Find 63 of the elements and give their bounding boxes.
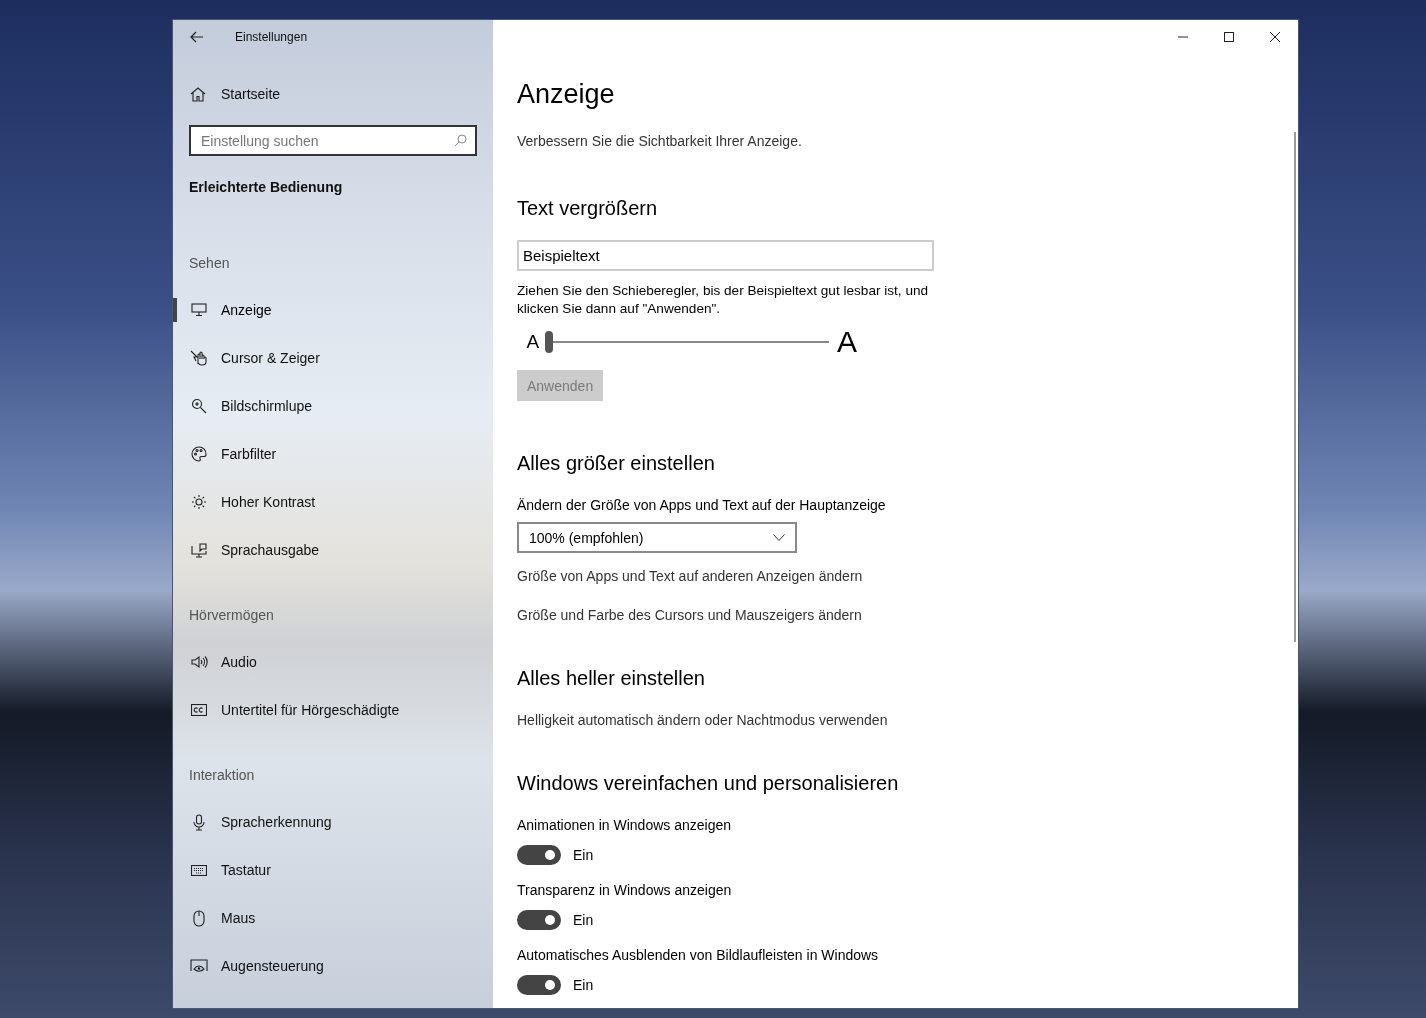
toggle-label: Automatisches Ausblenden von Bildlaufleisten in Windows <box>517 946 880 965</box>
toggle-state: Ein <box>573 977 594 993</box>
nav-item[interactable]: Untertitel für Hörgeschädigte <box>221 702 400 718</box>
chevron-down-icon <box>773 534 785 541</box>
settings-link[interactable]: Größe von Apps und Text auf anderen Anzeigen ändern <box>517 566 1298 586</box>
page-title: Anzeige <box>517 78 616 111</box>
nav-item[interactable]: Anzeige <box>221 302 272 318</box>
toggle-switch[interactable] <box>517 975 561 995</box>
nav-item[interactable]: Tastatur <box>221 862 271 878</box>
category-heading: Erleichterte Bedienung <box>189 178 344 197</box>
mouse-icon <box>193 909 205 927</box>
speaker-icon <box>190 655 208 669</box>
keyboard-icon <box>191 864 207 876</box>
nav-item[interactable]: Sprachausgabe <box>221 542 320 558</box>
group-heading: Sehen <box>189 254 231 273</box>
search-field[interactable]: Einstellung suchen <box>189 125 477 156</box>
small-a-label: A <box>525 331 541 353</box>
toggle-label: Transparenz in Windows anzeigen <box>517 881 733 900</box>
sample-text-field[interactable]: Beispieltext <box>517 240 934 271</box>
scrollbar[interactable] <box>1294 132 1296 642</box>
toggle-state: Ein <box>573 847 594 863</box>
sun-icon <box>191 494 207 510</box>
toggle-label: Animationen in Windows anzeigen <box>517 816 732 835</box>
closed-captions-icon <box>191 704 207 716</box>
group-heading: Interaktion <box>189 766 256 785</box>
settings-link[interactable]: Helligkeit automatisch ändern oder Nachtmodus verwenden <box>517 710 1298 730</box>
home-icon <box>190 86 206 102</box>
hand-pointer-icon <box>190 350 208 366</box>
nav-item[interactable]: Augensteuerung <box>221 958 324 974</box>
toggle-state: Ein <box>573 912 594 928</box>
section-heading: Alles heller einstellen <box>517 666 706 691</box>
toggle-switch[interactable] <box>517 845 561 865</box>
toggle-switch[interactable] <box>517 910 561 930</box>
close-icon <box>1270 32 1280 42</box>
group-heading: Hörvermögen <box>189 606 275 625</box>
section-heading: Alles größer einstellen <box>517 451 716 476</box>
monitor-icon <box>191 303 207 317</box>
nav-item[interactable]: Cursor & Zeiger <box>221 350 320 366</box>
nav-item[interactable]: Bildschirmlupe <box>221 398 313 414</box>
section-heading: Text vergrößern <box>517 196 659 221</box>
eye-monitor-icon <box>190 959 208 973</box>
maximize-icon <box>1224 32 1234 42</box>
nav-item[interactable]: Spracherkennung <box>221 814 332 830</box>
search-icon <box>454 134 467 147</box>
page-subtitle: Verbessern Sie die Sichtbarkeit Ihrer Anzeige. <box>517 132 803 151</box>
nav-item[interactable]: Farbfilter <box>221 446 277 462</box>
home-link[interactable]: Startseite <box>221 86 281 102</box>
scale-dropdown[interactable]: 100% (empfohlen) <box>517 522 797 553</box>
large-a-label: A <box>837 325 857 359</box>
nav-item[interactable]: Audio <box>221 654 257 670</box>
instruction-text: Ziehen Sie den Schieberegler, bis der Beispieltext gut lesbar ist, und klicken Sie dann auf "Anwenden". <box>517 282 930 318</box>
nav-item[interactable]: Hoher Kontrast <box>221 494 316 510</box>
slider-thumb[interactable] <box>544 331 553 353</box>
back-arrow-icon <box>190 31 204 43</box>
window-title: Einstellungen <box>235 30 308 44</box>
settings-link[interactable]: Größe und Farbe des Cursors und Mauszeigers ändern <box>517 605 1298 625</box>
section-heading: Windows vereinfachen und personalisieren <box>517 771 900 796</box>
nav-item[interactable]: Maus <box>221 910 256 926</box>
microphone-icon <box>193 813 205 831</box>
magnifier-plus-icon <box>191 398 207 414</box>
palette-icon <box>191 446 207 462</box>
monitor-speech-icon <box>191 542 207 558</box>
setting-label: Ändern der Größe von Apps und Text auf der Hauptanzeige <box>517 496 887 515</box>
